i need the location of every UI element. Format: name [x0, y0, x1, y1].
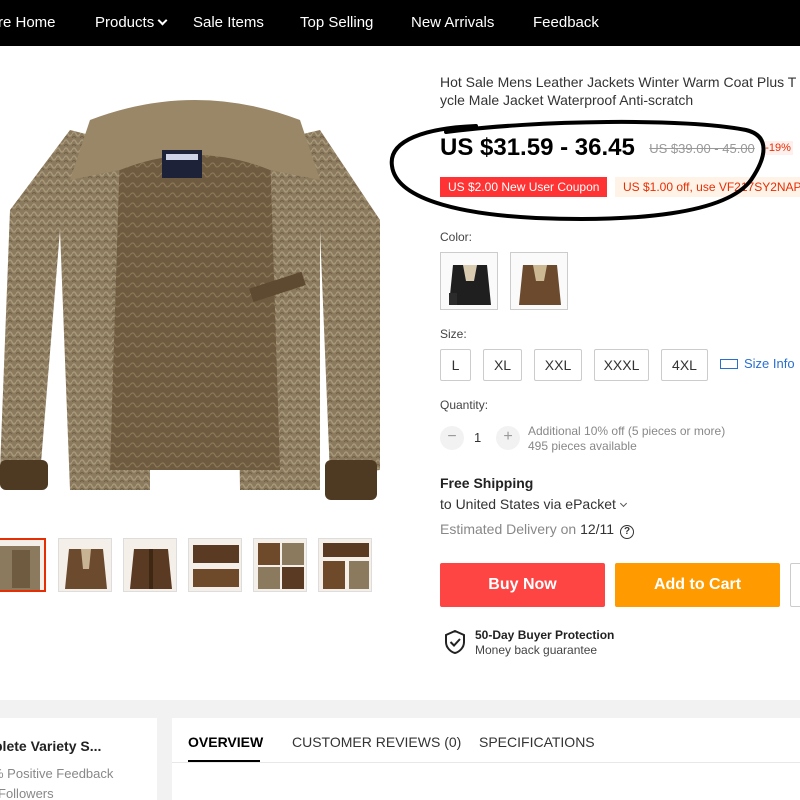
thumbnail-image [0, 546, 40, 590]
help-icon[interactable]: ? [620, 525, 635, 539]
size-option-l[interactable]: L [440, 349, 471, 381]
size-info-label: Size Info [744, 356, 795, 371]
buy-now-button[interactable]: Buy Now [440, 563, 605, 607]
product-title: Hot Sale Mens Leather Jackets Winter War… [440, 73, 800, 109]
buyer-protection-subtitle: Money back guarantee [475, 643, 598, 657]
tab-overview[interactable]: OVERVIEW [188, 734, 263, 750]
color-label: Color: [440, 230, 473, 244]
top-nav: re Home Products Sale Items Top Selling … [0, 0, 800, 46]
product-main-image[interactable] [0, 90, 390, 510]
free-shipping-title: Free Shipping [440, 475, 534, 491]
store-info-card: plete Variety S... % Positive Feedback F… [0, 718, 157, 800]
thumbnail-image [258, 543, 304, 589]
nav-products[interactable]: Products [95, 0, 168, 46]
delivery-prefix: Estimated Delivery on [440, 521, 577, 537]
nav-store-home[interactable]: re Home [0, 0, 56, 46]
bulk-discount-note: Additional 10% off (5 pieces or more) [528, 424, 726, 438]
coupon-code-offer[interactable]: US $1.00 off, use VF217SY2NAP [615, 177, 800, 197]
chevron-down-icon [157, 15, 168, 26]
shield-check-icon [445, 630, 465, 654]
original-price: US $39.00 - 45.00 [649, 140, 755, 156]
delivery-date: 12/11 [580, 521, 615, 537]
nav-new-arrivals[interactable]: New Arrivals [411, 0, 494, 46]
stock-available-note: 495 pieces available [528, 439, 637, 453]
size-option-xl[interactable]: XL [483, 349, 522, 381]
size-option-xxxl[interactable]: XXXL [594, 349, 649, 381]
thumbnail-3[interactable] [123, 538, 177, 592]
store-positive-feedback: % Positive Feedback [0, 766, 114, 781]
tab-customer-reviews[interactable]: CUSTOMER REVIEWS (0) [292, 734, 461, 750]
thumbnail-6[interactable] [318, 538, 372, 592]
quantity-decrease-button[interactable]: − [440, 426, 464, 450]
shipping-method-selector[interactable]: to United States via ePacket [440, 496, 627, 512]
size-option-4xl[interactable]: 4XL [661, 349, 708, 381]
chevron-down-icon [619, 499, 627, 508]
thumbnail-1[interactable] [0, 538, 46, 592]
buyer-protection-title: 50-Day Buyer Protection [475, 628, 615, 642]
nav-products-label: Products [95, 14, 155, 31]
quantity-value[interactable]: 1 [474, 430, 481, 445]
size-option-xxl[interactable]: XXL [534, 349, 582, 381]
size-info-link[interactable]: Size Info [720, 356, 795, 371]
ruler-icon [720, 358, 738, 369]
current-price: US $31.59 - 36.45 [440, 134, 635, 161]
nav-sale-items[interactable]: Sale Items [193, 0, 264, 46]
brown-jacket-swatch [519, 265, 561, 305]
shipping-method-label: to United States via ePacket [440, 496, 616, 512]
thumbnail-2[interactable] [58, 538, 112, 592]
estimated-delivery: Estimated Delivery on 12/11? [440, 521, 635, 539]
color-option-black[interactable] [440, 252, 498, 310]
thumbnail-image [65, 549, 107, 589]
size-label: Size: [440, 327, 467, 341]
new-user-coupon[interactable]: US $2.00 New User Coupon [440, 177, 608, 197]
color-option-brown[interactable] [510, 252, 568, 310]
tab-specifications[interactable]: SPECIFICATIONS [479, 734, 595, 750]
store-name[interactable]: plete Variety S... [0, 738, 101, 754]
nav-top-selling[interactable]: Top Selling [300, 0, 373, 46]
add-to-cart-button[interactable]: Add to Cart [615, 563, 780, 607]
quantity-label: Quantity: [440, 398, 489, 412]
tabs-divider [172, 762, 800, 763]
discount-badge: -19% [763, 141, 793, 155]
nav-feedback[interactable]: Feedback [533, 0, 599, 46]
thumbnail-4[interactable] [188, 538, 242, 592]
product-title-line-1: Hot Sale Mens Leather Jackets Winter War… [440, 74, 797, 90]
price-row: US $31.59 - 36.45 US $39.00 - 45.00 -19% [440, 134, 793, 162]
quantity-increase-button[interactable]: + [496, 426, 520, 450]
thumbnail-5[interactable] [253, 538, 307, 592]
product-detail-tabs: OVERVIEW CUSTOMER REVIEWS (0) SPECIFICAT… [172, 718, 800, 800]
thumbnail-image [193, 545, 239, 587]
black-jacket-swatch [449, 265, 491, 305]
wishlist-button[interactable] [790, 563, 800, 607]
store-followers: Followers [0, 786, 54, 800]
product-title-line-2: ycle Male Jacket Waterproof Anti-scratch [440, 92, 694, 108]
thumbnail-image [130, 549, 172, 589]
thumbnail-image [323, 543, 369, 589]
